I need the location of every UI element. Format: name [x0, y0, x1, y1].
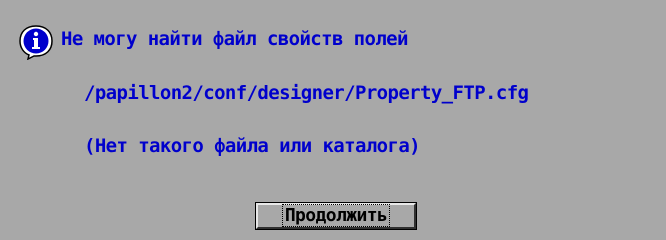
- continue-button-label: Продолжить: [258, 204, 414, 227]
- message-file-path: /papillon2/conf/designer/Property_FTP.cf…: [84, 82, 529, 104]
- info-icon: [19, 25, 53, 60]
- continue-button[interactable]: Продолжить: [255, 202, 417, 230]
- message-error-detail: (Нет такого файла или каталога): [84, 135, 421, 157]
- message-line-1: Не могу найти файл свойств полей: [61, 28, 408, 50]
- continue-button-text: Продолжить: [281, 204, 391, 227]
- info-dialog: Не могу найти файл свойств полей /papill…: [0, 0, 666, 240]
